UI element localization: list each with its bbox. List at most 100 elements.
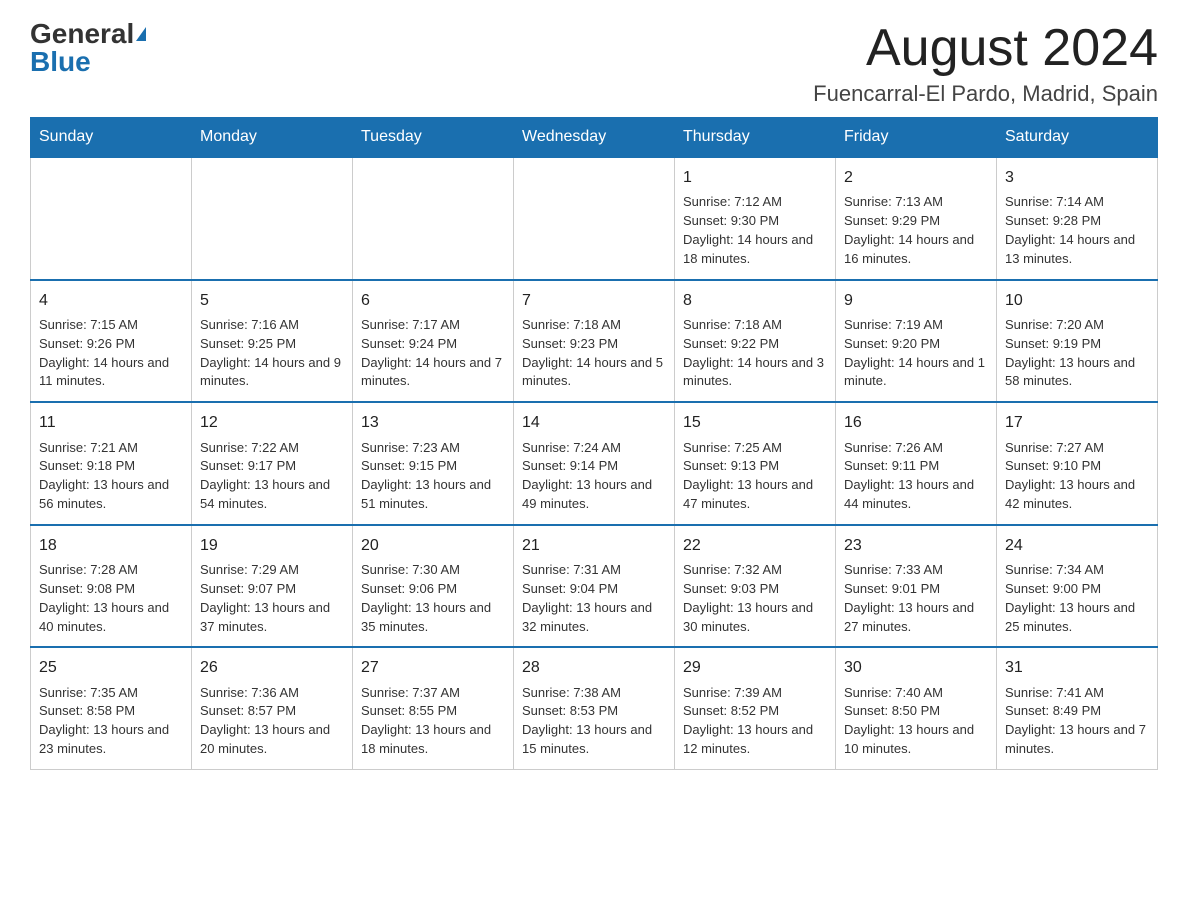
calendar-day-cell: 25 Sunrise: 7:35 AMSunset: 8:58 PMDayligh…	[31, 647, 192, 769]
calendar-day-cell: 9 Sunrise: 7:19 AMSunset: 9:20 PMDaylight…	[836, 280, 997, 403]
day-number: 29	[683, 656, 827, 679]
day-number: 1	[683, 166, 827, 189]
calendar-day-cell: 6Sunrise: 7:17 AMSunset: 9:24 PMDaylight…	[353, 280, 514, 403]
day-info: Sunrise: 7:39 AMSunset: 8:52 PMDaylight:…	[683, 684, 827, 759]
day-number: 2	[844, 166, 988, 189]
day-number: 5	[200, 289, 344, 312]
logo-blue-text: Blue	[30, 48, 91, 76]
calendar-day-cell	[514, 157, 675, 280]
day-number: 15	[683, 411, 827, 434]
day-info: Sunrise: 7:37 AMSunset: 8:55 PMDaylight:…	[361, 684, 505, 759]
day-number: 11	[39, 411, 183, 434]
day-number: 24	[1005, 534, 1149, 557]
day-number: 23	[844, 534, 988, 557]
calendar-day-cell: 15 Sunrise: 7:25 AMSunset: 9:13 PMDayligh…	[675, 402, 836, 525]
calendar-day-cell: 18 Sunrise: 7:28 AMSunset: 9:08 PMDayligh…	[31, 525, 192, 648]
calendar-day-cell	[31, 157, 192, 280]
day-number: 16	[844, 411, 988, 434]
calendar-day-cell: 1 Sunrise: 7:12 AMSunset: 9:30 PMDaylight…	[675, 157, 836, 280]
calendar-day-cell: 13 Sunrise: 7:23 AMSunset: 9:15 PMDayligh…	[353, 402, 514, 525]
calendar-day-cell: 10 Sunrise: 7:20 AMSunset: 9:19 PMDayligh…	[997, 280, 1158, 403]
calendar-day-cell	[192, 157, 353, 280]
calendar-day-cell: 4Sunrise: 7:15 AMSunset: 9:26 PMDaylight…	[31, 280, 192, 403]
logo-general-text: General	[30, 20, 134, 48]
day-info: Sunrise: 7:33 AMSunset: 9:01 PMDaylight:…	[844, 561, 988, 636]
calendar-day-header: Monday	[192, 118, 353, 158]
day-info: Sunrise: 7:41 AMSunset: 8:49 PMDaylight:…	[1005, 684, 1149, 759]
calendar-day-header: Saturday	[997, 118, 1158, 158]
day-info: Sunrise: 7:35 AMSunset: 8:58 PMDaylight:…	[39, 684, 183, 759]
calendar-day-cell: 16 Sunrise: 7:26 AMSunset: 9:11 PMDayligh…	[836, 402, 997, 525]
day-info: Sunrise: 7:34 AMSunset: 9:00 PMDaylight:…	[1005, 561, 1149, 636]
day-info: Sunrise: 7:14 AMSunset: 9:28 PMDaylight:…	[1005, 193, 1149, 268]
calendar-day-header: Tuesday	[353, 118, 514, 158]
calendar-week-row: 25 Sunrise: 7:35 AMSunset: 8:58 PMDayligh…	[31, 647, 1158, 769]
calendar-day-cell: 20 Sunrise: 7:30 AMSunset: 9:06 PMDayligh…	[353, 525, 514, 648]
day-info: Sunrise: 7:12 AMSunset: 9:30 PMDaylight:…	[683, 193, 827, 268]
day-number: 28	[522, 656, 666, 679]
day-number: 19	[200, 534, 344, 557]
day-number: 14	[522, 411, 666, 434]
calendar-day-cell: 29 Sunrise: 7:39 AMSunset: 8:52 PMDayligh…	[675, 647, 836, 769]
day-number: 18	[39, 534, 183, 557]
calendar-day-header: Friday	[836, 118, 997, 158]
calendar-week-row: 1 Sunrise: 7:12 AMSunset: 9:30 PMDaylight…	[31, 157, 1158, 280]
calendar-day-cell: 11 Sunrise: 7:21 AMSunset: 9:18 PMDayligh…	[31, 402, 192, 525]
day-number: 10	[1005, 289, 1149, 312]
day-number: 25	[39, 656, 183, 679]
day-number: 12	[200, 411, 344, 434]
day-number: 9	[844, 289, 988, 312]
logo: General Blue	[30, 20, 146, 76]
day-info: Sunrise: 7:30 AMSunset: 9:06 PMDaylight:…	[361, 561, 505, 636]
day-info: Sunrise: 7:21 AMSunset: 9:18 PMDaylight:…	[39, 439, 183, 514]
day-number: 22	[683, 534, 827, 557]
day-number: 6	[361, 289, 505, 312]
day-info: Sunrise: 7:32 AMSunset: 9:03 PMDaylight:…	[683, 561, 827, 636]
day-info: Sunrise: 7:24 AMSunset: 9:14 PMDaylight:…	[522, 439, 666, 514]
day-info: Sunrise: 7:19 AMSunset: 9:20 PMDaylight:…	[844, 316, 988, 391]
title-block: August 2024 Fuencarral-El Pardo, Madrid,…	[813, 20, 1158, 107]
day-number: 17	[1005, 411, 1149, 434]
day-number: 27	[361, 656, 505, 679]
calendar-day-header: Sunday	[31, 118, 192, 158]
calendar-day-cell: 19Sunrise: 7:29 AMSunset: 9:07 PMDayligh…	[192, 525, 353, 648]
calendar-day-cell: 3 Sunrise: 7:14 AMSunset: 9:28 PMDaylight…	[997, 157, 1158, 280]
day-info: Sunrise: 7:23 AMSunset: 9:15 PMDaylight:…	[361, 439, 505, 514]
calendar-day-cell: 24 Sunrise: 7:34 AMSunset: 9:00 PMDayligh…	[997, 525, 1158, 648]
day-number: 4	[39, 289, 183, 312]
calendar-day-cell: 22 Sunrise: 7:32 AMSunset: 9:03 PMDayligh…	[675, 525, 836, 648]
calendar-week-row: 18 Sunrise: 7:28 AMSunset: 9:08 PMDayligh…	[31, 525, 1158, 648]
day-info: Sunrise: 7:40 AMSunset: 8:50 PMDaylight:…	[844, 684, 988, 759]
day-info: Sunrise: 7:28 AMSunset: 9:08 PMDaylight:…	[39, 561, 183, 636]
day-number: 8	[683, 289, 827, 312]
day-number: 20	[361, 534, 505, 557]
day-info: Sunrise: 7:16 AMSunset: 9:25 PMDaylight:…	[200, 316, 344, 391]
calendar-day-cell: 26 Sunrise: 7:36 AMSunset: 8:57 PMDayligh…	[192, 647, 353, 769]
day-info: Sunrise: 7:26 AMSunset: 9:11 PMDaylight:…	[844, 439, 988, 514]
day-info: Sunrise: 7:38 AMSunset: 8:53 PMDaylight:…	[522, 684, 666, 759]
day-info: Sunrise: 7:22 AMSunset: 9:17 PMDaylight:…	[200, 439, 344, 514]
month-title: August 2024	[813, 20, 1158, 77]
day-number: 13	[361, 411, 505, 434]
calendar-day-header: Wednesday	[514, 118, 675, 158]
page-header: General Blue August 2024 Fuencarral-El P…	[30, 20, 1158, 107]
calendar-day-cell: 7Sunrise: 7:18 AMSunset: 9:23 PMDaylight…	[514, 280, 675, 403]
calendar-week-row: 4Sunrise: 7:15 AMSunset: 9:26 PMDaylight…	[31, 280, 1158, 403]
calendar-day-cell: 21Sunrise: 7:31 AMSunset: 9:04 PMDayligh…	[514, 525, 675, 648]
day-number: 26	[200, 656, 344, 679]
day-info: Sunrise: 7:25 AMSunset: 9:13 PMDaylight:…	[683, 439, 827, 514]
calendar-header-row: SundayMondayTuesdayWednesdayThursdayFrid…	[31, 118, 1158, 158]
calendar-day-cell: 31Sunrise: 7:41 AMSunset: 8:49 PMDayligh…	[997, 647, 1158, 769]
day-info: Sunrise: 7:13 AMSunset: 9:29 PMDaylight:…	[844, 193, 988, 268]
day-number: 30	[844, 656, 988, 679]
day-info: Sunrise: 7:31 AMSunset: 9:04 PMDaylight:…	[522, 561, 666, 636]
calendar-day-cell	[353, 157, 514, 280]
logo-triangle-icon	[136, 27, 146, 41]
day-info: Sunrise: 7:27 AMSunset: 9:10 PMDaylight:…	[1005, 439, 1149, 514]
calendar-day-cell: 23 Sunrise: 7:33 AMSunset: 9:01 PMDayligh…	[836, 525, 997, 648]
location-text: Fuencarral-El Pardo, Madrid, Spain	[813, 81, 1158, 107]
day-info: Sunrise: 7:36 AMSunset: 8:57 PMDaylight:…	[200, 684, 344, 759]
day-info: Sunrise: 7:20 AMSunset: 9:19 PMDaylight:…	[1005, 316, 1149, 391]
day-number: 3	[1005, 166, 1149, 189]
calendar-day-cell: 5 Sunrise: 7:16 AMSunset: 9:25 PMDaylight…	[192, 280, 353, 403]
